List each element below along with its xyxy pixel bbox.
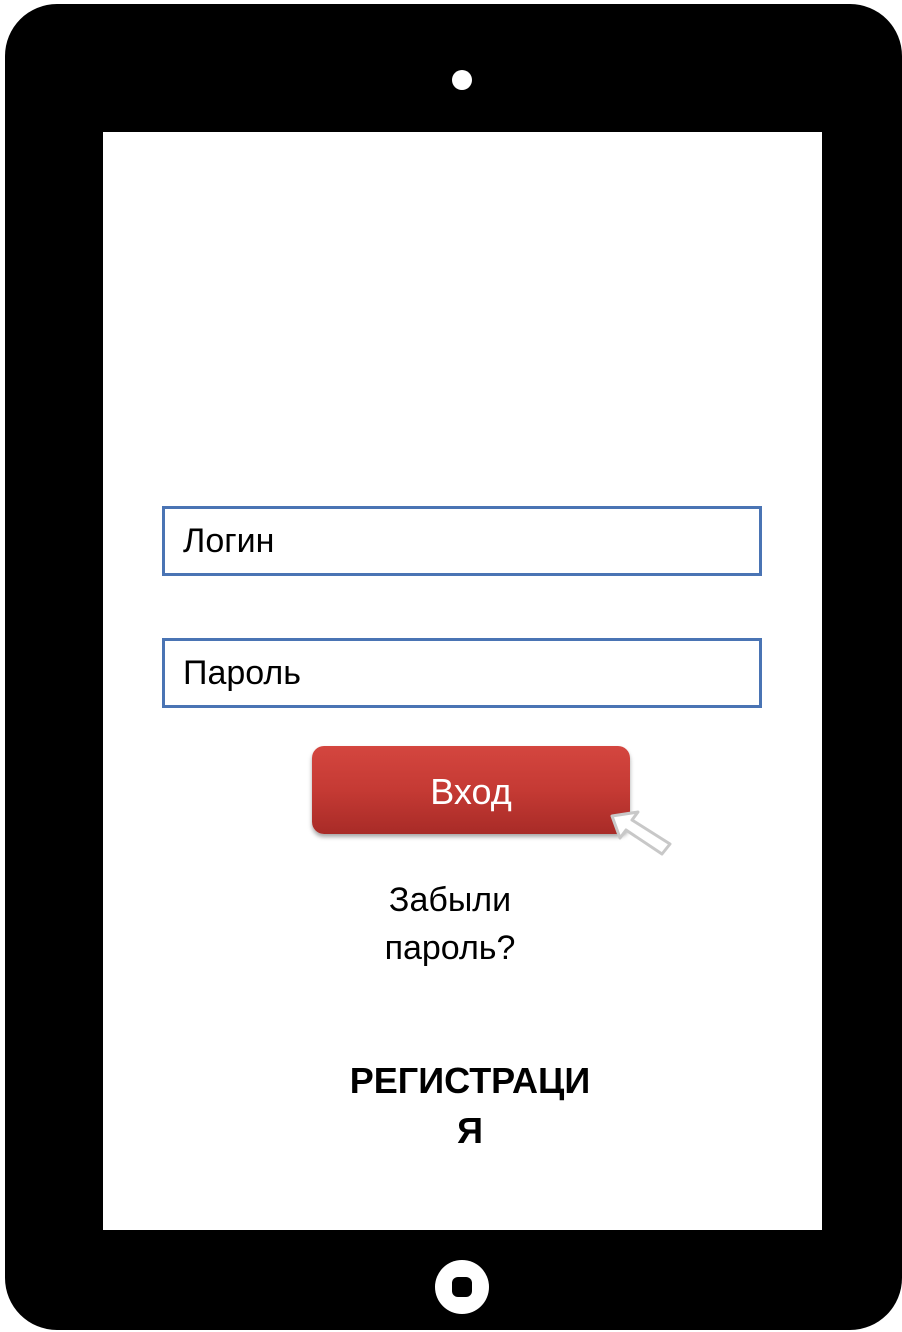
register-line-2: Я [457, 1110, 483, 1151]
login-input[interactable]: Логин [162, 506, 762, 576]
camera-icon [452, 70, 472, 90]
cursor-arrow-icon [610, 810, 672, 856]
login-placeholder: Логин [183, 522, 275, 560]
enter-button-label: Вход [430, 771, 512, 812]
enter-button[interactable]: Вход [312, 746, 630, 834]
password-placeholder: Пароль [183, 654, 301, 692]
forgot-password-line-1: Забыли [388, 881, 512, 919]
home-button-icon [452, 1277, 472, 1297]
password-input[interactable]: Пароль [162, 638, 762, 708]
register-link[interactable]: РЕГИСТРАЦИ Я [300, 1056, 640, 1156]
home-button[interactable] [435, 1260, 489, 1314]
register-line-1: РЕГИСТРАЦИ [349, 1060, 591, 1101]
forgot-password-line-2: пароль? [384, 929, 516, 967]
forgot-password-link[interactable]: Забыли пароль? [330, 876, 570, 972]
